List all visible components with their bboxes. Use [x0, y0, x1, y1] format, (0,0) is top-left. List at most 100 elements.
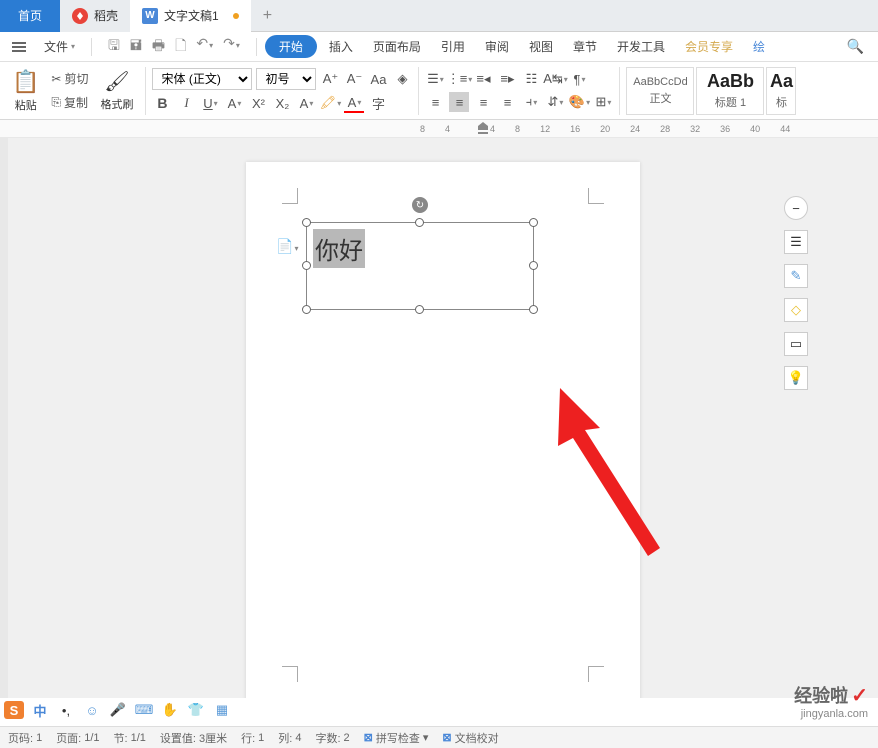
status-page[interactable]: 页面: 1/1	[56, 730, 99, 746]
menu-layout[interactable]: 页面布局	[365, 34, 429, 59]
ime-voice-icon[interactable]: 🎤	[108, 701, 128, 719]
wrap-text-button[interactable]: ☰	[784, 230, 808, 254]
para-marks-icon[interactable]: ¶▾	[569, 69, 589, 89]
style-heading2[interactable]: Aa 标	[766, 67, 796, 115]
status-page-no[interactable]: 页码: 1	[8, 730, 42, 746]
collapse-button[interactable]: −	[784, 196, 808, 220]
menu-review[interactable]: 审阅	[477, 34, 517, 59]
ruler[interactable]: 84 4812 162024 283236 4044	[0, 120, 878, 138]
ime-chinese-button[interactable]: 中	[30, 701, 50, 719]
outdent-icon[interactable]: ≡◂	[473, 69, 493, 89]
ime-emoji-icon[interactable]: ☺	[82, 701, 102, 719]
copy-button[interactable]: ⎘复制	[47, 92, 92, 113]
font-name-select[interactable]: 宋体 (正文)	[152, 68, 252, 90]
shading-icon[interactable]: 🎨▾	[569, 92, 589, 112]
menu-chapter[interactable]: 章节	[565, 34, 605, 59]
tab-home[interactable]: 首页	[0, 0, 60, 32]
font-color-button[interactable]: A▾	[344, 93, 364, 113]
status-col[interactable]: 列: 4	[278, 730, 301, 746]
hamburger-icon[interactable]	[6, 42, 32, 52]
shrink-font-icon[interactable]: A⁻	[344, 69, 364, 89]
menu-start[interactable]: 开始	[265, 35, 317, 58]
menu-view[interactable]: 视图	[521, 34, 561, 59]
status-row[interactable]: 行: 1	[241, 730, 264, 746]
distribute-icon[interactable]: ⫞▾	[521, 92, 541, 112]
resize-handle[interactable]	[302, 261, 311, 270]
resize-handle[interactable]	[302, 305, 311, 314]
align-justify-icon[interactable]: ≡	[497, 92, 517, 112]
menu-vip[interactable]: 会员专享	[677, 34, 741, 59]
menu-dev[interactable]: 开发工具	[609, 34, 673, 59]
bold-button[interactable]: B	[152, 93, 172, 113]
qa-saveas-icon[interactable]: 🖬	[130, 35, 142, 59]
status-proof[interactable]: ⊠文档校对	[442, 730, 498, 746]
para-options-icon[interactable]: 📄▾	[276, 238, 298, 255]
align-center-icon[interactable]: ≡	[449, 92, 469, 112]
qa-preview-icon[interactable]: 🗋	[175, 35, 186, 59]
grow-font-icon[interactable]: A⁺	[320, 69, 340, 89]
ime-hand-icon[interactable]: ✋	[160, 701, 180, 719]
indent-marker-icon[interactable]	[478, 122, 488, 134]
italic-button[interactable]: I	[176, 93, 196, 113]
qa-undo-icon[interactable]: ↶▾	[196, 35, 213, 59]
menu-insert[interactable]: 插入	[321, 34, 361, 59]
qa-redo-icon[interactable]: ↷▾	[223, 35, 240, 59]
qa-print-icon[interactable]: 🖶	[152, 35, 165, 59]
selected-text[interactable]: 你好	[313, 229, 365, 268]
sort-icon[interactable]: ☷	[521, 69, 541, 89]
strike-button[interactable]: A▾	[224, 93, 244, 113]
indent-icon[interactable]: ≡▸	[497, 69, 517, 89]
idea-button[interactable]: 💡	[784, 366, 808, 390]
status-wordcount[interactable]: 字数: 2	[315, 730, 349, 746]
align-right-icon[interactable]: ≡	[473, 92, 493, 112]
cut-button[interactable]: ✂剪切	[47, 68, 92, 89]
status-setval[interactable]: 设置值: 3厘米	[160, 730, 227, 746]
clear-format-icon[interactable]: ◈	[392, 69, 412, 89]
fill-button[interactable]: ◇	[784, 298, 808, 322]
resize-handle[interactable]	[302, 218, 311, 227]
tab-char-icon[interactable]: A↹▾	[545, 69, 565, 89]
style-normal[interactable]: AaBbCcDd 正文	[626, 67, 694, 115]
layout-button[interactable]: ▭	[784, 332, 808, 356]
resize-handle[interactable]	[529, 261, 538, 270]
line-spacing-icon[interactable]: ⇵▾	[545, 92, 565, 112]
menu-file[interactable]: 文件▾	[36, 34, 83, 59]
status-section[interactable]: 节: 1/1	[114, 730, 146, 746]
resize-handle[interactable]	[415, 305, 424, 314]
ime-punct-icon[interactable]: •,	[56, 701, 76, 719]
ime-shirt-icon[interactable]: 👕	[186, 701, 206, 719]
menu-ref[interactable]: 引用	[433, 34, 473, 59]
number-list-icon[interactable]: ⋮≡▾	[449, 69, 469, 89]
style-heading1[interactable]: AaBb 标题 1	[696, 67, 764, 115]
menu-draw[interactable]: 绘	[745, 34, 773, 59]
underline-button[interactable]: U▾	[200, 93, 220, 113]
align-left-icon[interactable]: ≡	[425, 92, 445, 112]
phonetic-button[interactable]: 字	[368, 93, 388, 113]
status-spellcheck[interactable]: ⊠拼写检查 ▾	[364, 730, 429, 746]
paste-button[interactable]: 📋 粘贴	[6, 67, 45, 115]
text-effect-button[interactable]: A▾	[296, 93, 316, 113]
borders-icon[interactable]: ⊞▾	[593, 92, 613, 112]
change-case-icon[interactable]: Aa	[368, 69, 388, 89]
search-icon[interactable]: 🔍	[839, 38, 872, 55]
highlight-button[interactable]: 🖍▾	[320, 93, 340, 113]
format-painter-button[interactable]: 🖌 格式刷	[94, 67, 139, 114]
ime-switch-button[interactable]: S	[4, 701, 24, 719]
font-size-select[interactable]: 初号	[256, 68, 316, 90]
text-box[interactable]: ↻ 你好	[306, 222, 534, 310]
page[interactable]: 📄▾ ↻ 你好	[246, 162, 640, 718]
resize-handle[interactable]	[529, 305, 538, 314]
qa-save-icon[interactable]: 🖫	[108, 35, 120, 59]
ime-keyboard-icon[interactable]: ⌨	[134, 701, 154, 719]
resize-handle[interactable]	[415, 218, 424, 227]
rotate-handle-icon[interactable]: ↻	[412, 197, 428, 213]
superscript-button[interactable]: X²	[248, 93, 268, 113]
edit-button[interactable]: ✎	[784, 264, 808, 288]
ime-grid-icon[interactable]: ▦	[212, 701, 232, 719]
tab-document[interactable]: W 文字文稿1	[130, 0, 251, 32]
subscript-button[interactable]: X₂	[272, 93, 292, 113]
bullet-list-icon[interactable]: ☰▾	[425, 69, 445, 89]
tab-shell[interactable]: 稻壳	[60, 0, 130, 32]
new-tab[interactable]: +	[251, 0, 284, 32]
resize-handle[interactable]	[529, 218, 538, 227]
